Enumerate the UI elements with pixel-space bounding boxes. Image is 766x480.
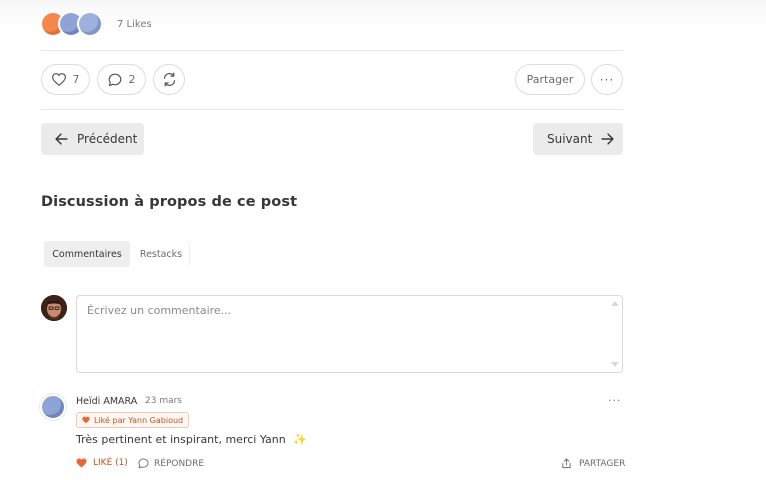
previous-label: Précédent	[77, 132, 138, 146]
likers-avatars[interactable]	[40, 11, 110, 39]
heart-icon	[51, 73, 66, 86]
comment-body: Très pertinent et inspirant, merci Yann	[76, 433, 286, 446]
liked-by-author-badge: Liké par Yann Gabioud	[76, 412, 190, 428]
comment-text: Très pertinent et inspirant, merci Yann …	[76, 433, 307, 446]
comment-date[interactable]: 23 mars	[145, 396, 182, 406]
comment-count: 2	[128, 73, 136, 86]
tab-restacks[interactable]: Restacks	[133, 241, 190, 267]
more-icon: ···	[599, 72, 615, 87]
comment-author[interactable]: Heïdi AMARA	[76, 396, 137, 407]
tab-comments[interactable]: Commentaires	[44, 241, 130, 267]
comment-icon	[138, 458, 149, 469]
heart-filled-icon	[82, 416, 90, 424]
comment-share-button[interactable]: PARTAGER	[561, 458, 625, 469]
discussion-title: Discussion à propos de ce post	[41, 194, 298, 210]
comment-icon	[108, 73, 121, 86]
top-fade	[0, 0, 766, 30]
divider	[41, 109, 623, 110]
heart-filled-icon	[76, 458, 87, 468]
share-icon	[562, 458, 571, 469]
divider	[41, 50, 623, 51]
more-button[interactable]: ···	[591, 64, 623, 95]
like-count: 7	[72, 73, 80, 86]
restack-icon	[163, 72, 175, 87]
comment-like-button[interactable]: LIKÉ (1)	[76, 458, 128, 468]
next-label: Suivant	[547, 132, 593, 146]
comment-reply-label: RÉPONDRE	[154, 458, 205, 469]
arrow-left-icon	[55, 133, 68, 145]
current-user-avatar	[41, 295, 67, 321]
comment-like-label: LIKÉ (1)	[93, 458, 128, 468]
previous-button[interactable]: Précédent	[41, 123, 144, 155]
like-button[interactable]: 7	[41, 64, 90, 95]
share-button[interactable]: Partager	[515, 64, 585, 95]
liked-by-label: Liké par Yann Gabioud	[94, 415, 184, 425]
restack-button[interactable]	[153, 64, 185, 95]
comment-author-avatar[interactable]	[40, 394, 66, 420]
sparkle-emoji: ✨	[293, 433, 307, 446]
avatar	[77, 11, 103, 37]
comment-button[interactable]: 2	[97, 64, 146, 95]
likes-count[interactable]: 7 Likes	[117, 19, 152, 30]
comment-input[interactable]	[77, 296, 607, 366]
comment-share-label: PARTAGER	[579, 458, 626, 469]
arrow-right-icon	[601, 133, 614, 145]
scroll-up-arrow[interactable]	[611, 301, 619, 306]
comment-reply-button[interactable]: RÉPONDRE	[138, 458, 204, 469]
next-button[interactable]: Suivant	[533, 123, 623, 155]
scroll-down-arrow[interactable]	[611, 362, 619, 367]
comment-more-button[interactable]: ···	[608, 394, 622, 407]
share-label: Partager	[526, 73, 574, 86]
comment-input-box[interactable]	[76, 295, 623, 373]
